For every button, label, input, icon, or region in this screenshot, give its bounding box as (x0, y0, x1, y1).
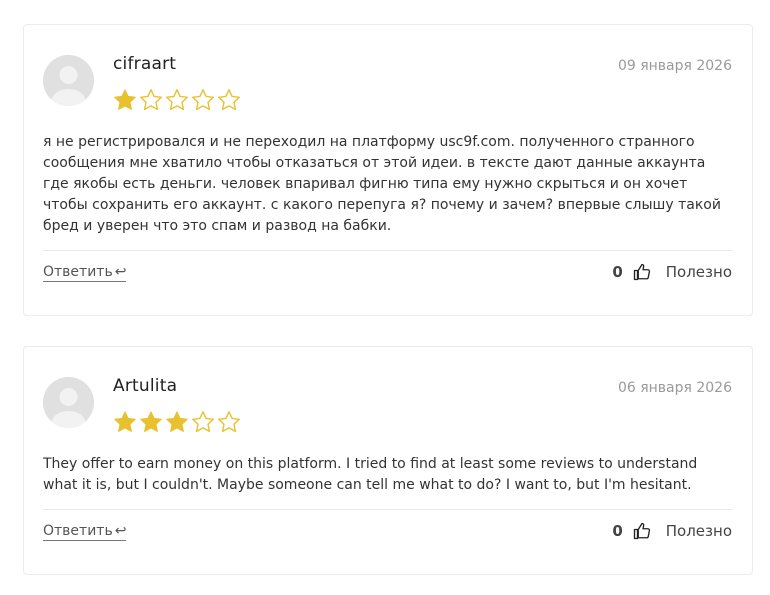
avatar (43, 55, 94, 106)
helpful-count: 0 (612, 522, 623, 540)
review-author: Artulita (113, 376, 178, 396)
helpful-button[interactable]: Полезно (666, 522, 732, 540)
thumbs-up-icon[interactable] (633, 263, 651, 281)
review-date: 06 января 2026 (617, 380, 732, 396)
star-empty-icon (192, 411, 214, 433)
star-filled-icon (114, 89, 136, 110)
avatar (43, 377, 94, 428)
divider (43, 509, 732, 510)
user-icon (43, 377, 94, 428)
star-empty-icon (218, 411, 240, 433)
thumbs-up-icon[interactable] (633, 522, 651, 540)
user-icon (43, 55, 94, 106)
reply-arrow-icon: ↩ (114, 264, 127, 280)
review-author: cifraart (113, 54, 177, 74)
divider (43, 250, 732, 251)
reply-link[interactable]: Ответить ↩ (43, 523, 127, 541)
helpful-button[interactable]: Полезно (666, 263, 732, 281)
reply-link[interactable]: Ответить ↩ (43, 264, 127, 282)
star-rating (113, 410, 241, 434)
review-card: Artulita 06 января 2026 They offer to ea… (23, 346, 753, 575)
reply-arrow-icon: ↩ (114, 523, 127, 539)
review-text: They offer to earn money on this platfor… (43, 456, 698, 493)
helpful-block: 0 Полезно (612, 263, 732, 281)
star-filled-icon (114, 411, 136, 432)
star-rating (113, 88, 241, 112)
review-text: я не регистрировался и не переходил на п… (43, 134, 721, 234)
star-empty-icon (192, 89, 214, 111)
reply-label: Ответить (43, 264, 113, 280)
star-filled-icon (166, 411, 188, 432)
helpful-count: 0 (612, 263, 623, 281)
reply-label: Ответить (43, 523, 113, 539)
star-empty-icon (218, 89, 240, 111)
helpful-block: 0 Полезно (612, 522, 732, 540)
star-filled-icon (140, 411, 162, 432)
review-card: cifraart 09 января 2026 я не регистриров… (23, 24, 753, 316)
star-empty-icon (140, 89, 162, 111)
review-date: 09 января 2026 (617, 58, 732, 74)
star-empty-icon (166, 89, 188, 111)
